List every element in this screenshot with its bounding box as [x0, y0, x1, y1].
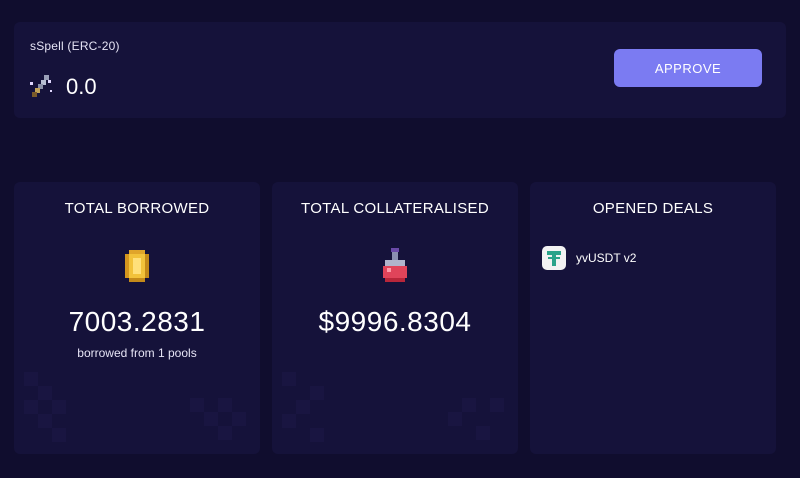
potion-flask-icon — [377, 246, 413, 286]
pixel-decoration — [24, 372, 66, 442]
deal-item[interactable]: yvUSDT v2 — [540, 244, 636, 272]
card-title-total-borrowed: TOTAL BORROWED — [64, 200, 210, 217]
total-borrowed-value: 7003.2831 — [68, 306, 206, 337]
spell-token-icon — [28, 72, 56, 100]
total-collateralised-card: TOTAL COLLATERALISED $9996.8304 — [272, 182, 518, 454]
card-title-opened-deals: OPENED DEALS — [592, 200, 714, 217]
approve-button[interactable]: APPROVE — [614, 49, 762, 87]
page: sSpell (ERC-20) 0.0 APPROVE TOTAL BORROW… — [0, 0, 800, 478]
gold-coin-icon — [119, 246, 155, 286]
token-name: sSpell (ERC-20) — [30, 39, 120, 53]
token-balance-panel: sSpell (ERC-20) 0.0 APPROVE — [14, 22, 786, 118]
tether-icon — [540, 244, 568, 272]
total-borrowed-subtitle: borrowed from 1 pools — [77, 346, 197, 360]
total-collateralised-value: $9996.8304 — [318, 306, 472, 337]
card-title-total-collateralised: TOTAL COLLATERALISED — [301, 200, 489, 217]
total-borrowed-card: TOTAL BORROWED 7003.2831 borrowed from 1… — [14, 182, 260, 454]
pixel-decoration — [448, 398, 504, 440]
token-balance: 0.0 — [66, 74, 97, 99]
deal-label: yvUSDT v2 — [576, 251, 637, 265]
pixel-decoration — [190, 398, 246, 440]
opened-deals-card: OPENED DEALS yvUSDT v2 — [530, 182, 776, 454]
pixel-decoration — [282, 372, 324, 442]
